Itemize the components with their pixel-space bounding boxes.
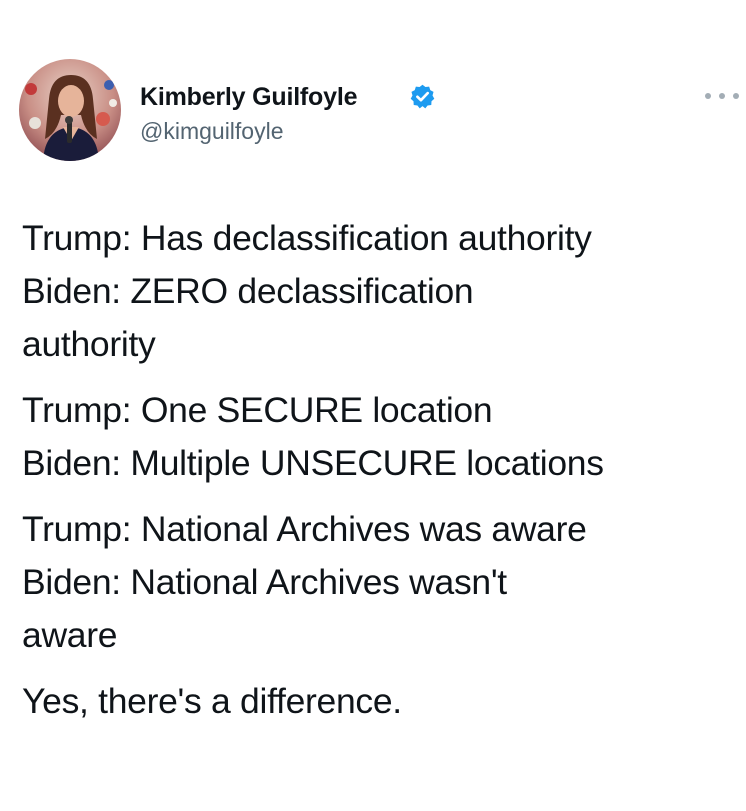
tweet-paragraph: Yes, there's a difference.: [22, 675, 737, 728]
tweet-line: Yes, there's a difference.: [22, 681, 402, 721]
verified-badge-icon: [410, 84, 435, 109]
avatar-photo: [19, 59, 121, 161]
avatar[interactable]: [19, 59, 121, 161]
tweet-line: Biden: National Archives wasn't: [22, 562, 507, 602]
tweet-line: Trump: Has declassification authority: [22, 218, 592, 258]
more-options-icon[interactable]: [705, 86, 739, 106]
tweet-paragraph: Trump: One SECURE location Biden: Multip…: [22, 384, 737, 490]
tweet-line: Trump: National Archives was aware: [22, 509, 587, 549]
tweet-line: aware: [22, 615, 118, 655]
tweet-card: Kimberly Guilfoyle @kimguilfoyle Trump: …: [0, 0, 746, 811]
tweet-line: Trump: One SECURE location: [22, 390, 493, 430]
tweet-line: Biden: ZERO declassification: [22, 271, 474, 311]
tweet-line: Biden: Multiple UNSECURE locations: [22, 443, 604, 483]
tweet-paragraph: Trump: Has declassification authority Bi…: [22, 212, 737, 371]
more-dot: [719, 93, 725, 99]
more-dot: [705, 93, 711, 99]
author-name[interactable]: Kimberly Guilfoyle: [140, 82, 357, 112]
tweet-paragraph: Trump: National Archives was aware Biden…: [22, 503, 737, 662]
more-dot: [733, 93, 739, 99]
tweet-line: authority: [22, 324, 156, 364]
tweet-text: Trump: Has declassification authority Bi…: [22, 212, 737, 741]
author-handle[interactable]: @kimguilfoyle: [140, 117, 284, 145]
